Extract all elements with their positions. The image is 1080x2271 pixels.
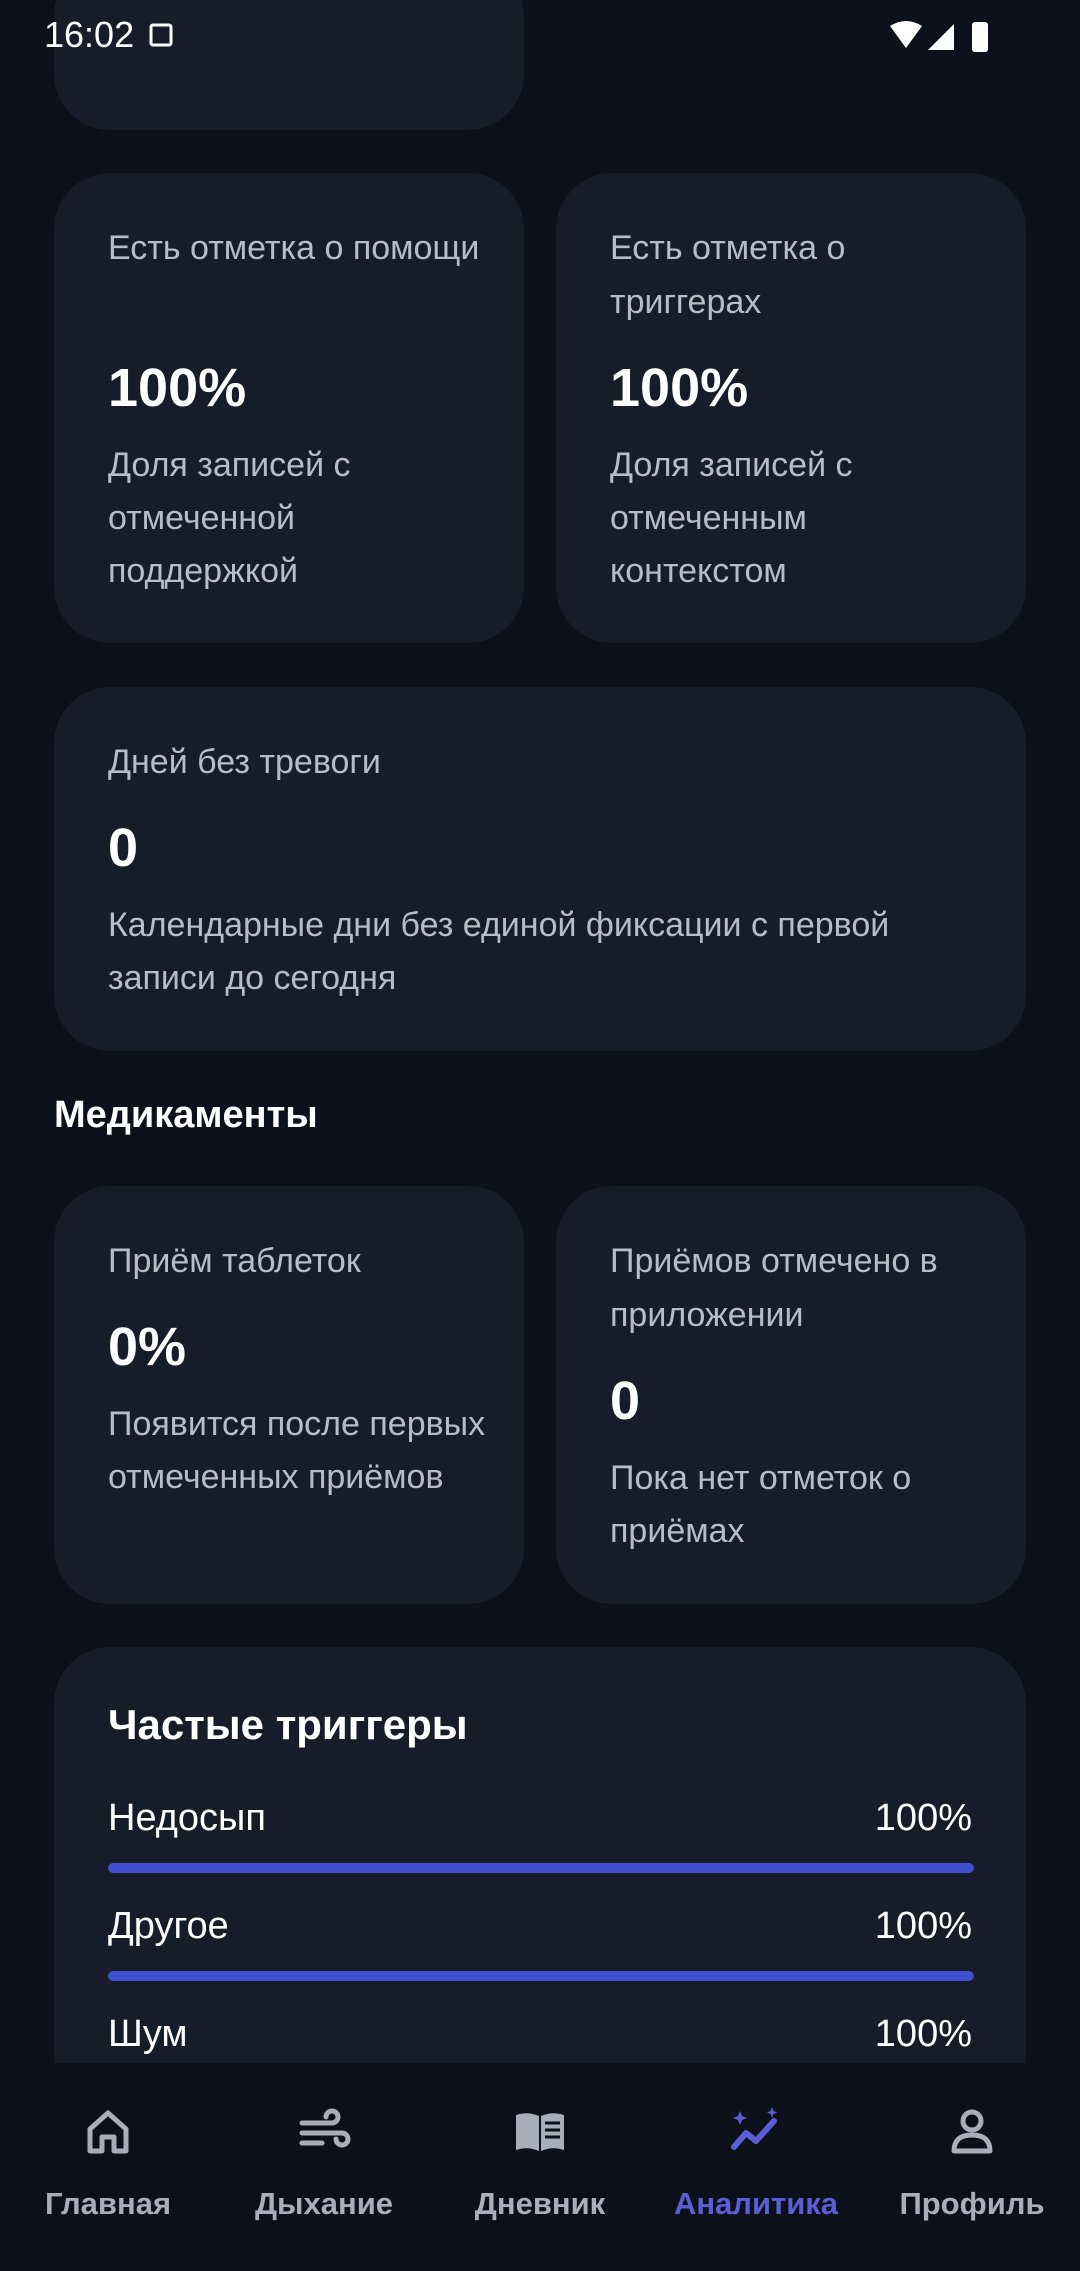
card-value: 0 bbox=[108, 818, 139, 878]
status-bar: 16:02 bbox=[0, 0, 1080, 72]
pill-intake-card: Приём таблеток 0% Появится после первых … bbox=[54, 1186, 524, 1604]
battery-icon bbox=[972, 22, 988, 52]
calm-days-card: Дней без тревоги 0 Календарные дни без е… bbox=[54, 687, 1026, 1051]
triggers-mark-card: Есть отметка о триггерах 100% Доля запис… bbox=[556, 173, 1026, 643]
nav-label: Аналитика bbox=[673, 2186, 839, 2221]
nav-label: Дневник bbox=[474, 2186, 606, 2221]
frequent-triggers-card: Частые триггеры Недосып 100% Другое 100%… bbox=[54, 1647, 1026, 2067]
card-description: Доля записей с отмеченной поддержкой bbox=[108, 446, 351, 590]
card-title: Дней без тревоги bbox=[108, 743, 381, 781]
screen-record-icon bbox=[149, 23, 173, 47]
medications-section-title: Медикаменты bbox=[54, 1094, 318, 1136]
card-title: Приём таблеток bbox=[108, 1242, 361, 1280]
card-value: 0 bbox=[610, 1371, 641, 1431]
bottom-navigation: Главная Дыхание Дневник Аналитика Профил… bbox=[0, 2063, 1080, 2271]
analytics-icon bbox=[731, 2107, 777, 2150]
trigger-label: Недосып bbox=[108, 1797, 266, 1839]
trigger-progress-bar bbox=[108, 1863, 974, 1873]
logged-intakes-card: Приёмов отмечено в приложении 0 Пока нет… bbox=[556, 1186, 1026, 1604]
card-description: Календарные дни без единой фиксации с пе… bbox=[108, 906, 890, 997]
trigger-value: 100% bbox=[874, 1905, 972, 1947]
nav-label: Дыхание bbox=[254, 2186, 394, 2221]
home-icon bbox=[87, 2110, 129, 2154]
help-mark-card: Есть отметка о помощи 100% Доля записей … bbox=[54, 173, 524, 643]
card-value: 100% bbox=[610, 358, 749, 418]
card-title: Есть отметка о триггерах bbox=[610, 229, 846, 321]
wifi-icon bbox=[890, 21, 922, 48]
nav-item-home[interactable]: Главная bbox=[0, 2063, 216, 2271]
nav-item-analytics[interactable]: Аналитика bbox=[648, 2063, 864, 2271]
nav-item-profile[interactable]: Профиль bbox=[864, 2063, 1080, 2271]
nav-item-breathing[interactable]: Дыхание bbox=[216, 2063, 432, 2271]
nav-label: Главная bbox=[44, 2186, 172, 2221]
status-time: 16:02 bbox=[44, 14, 135, 55]
nav-label: Профиль bbox=[899, 2186, 1045, 2221]
wind-icon bbox=[299, 2108, 351, 2148]
trigger-value: 100% bbox=[874, 1797, 972, 1839]
nav-item-diary[interactable]: Дневник bbox=[432, 2063, 648, 2271]
book-icon bbox=[516, 2113, 564, 2151]
trigger-value: 100% bbox=[874, 2013, 972, 2055]
frequent-triggers-title: Частые триггеры bbox=[108, 1701, 468, 1748]
card-title: Приёмов отмечено в приложении bbox=[610, 1242, 938, 1334]
card-value: 100% bbox=[108, 358, 247, 418]
card-description: Доля записей с отмеченным контекстом bbox=[610, 446, 853, 590]
trigger-label: Другое bbox=[108, 1905, 229, 1947]
profile-icon bbox=[951, 2109, 993, 2154]
trigger-progress-bar bbox=[108, 1971, 974, 1981]
status-indicators bbox=[890, 21, 988, 52]
card-title: Есть отметка о помощи bbox=[108, 229, 480, 267]
card-value: 0% bbox=[108, 1317, 187, 1377]
trigger-progress-fill bbox=[108, 1971, 974, 1981]
card-description: Появится после первых отмеченных приёмов bbox=[108, 1405, 486, 1496]
signal-icon bbox=[928, 24, 954, 50]
trigger-label: Шум bbox=[108, 2013, 188, 2055]
card-description: Пока нет отметок о приёмах bbox=[610, 1459, 912, 1550]
trigger-progress-fill bbox=[108, 1863, 974, 1873]
